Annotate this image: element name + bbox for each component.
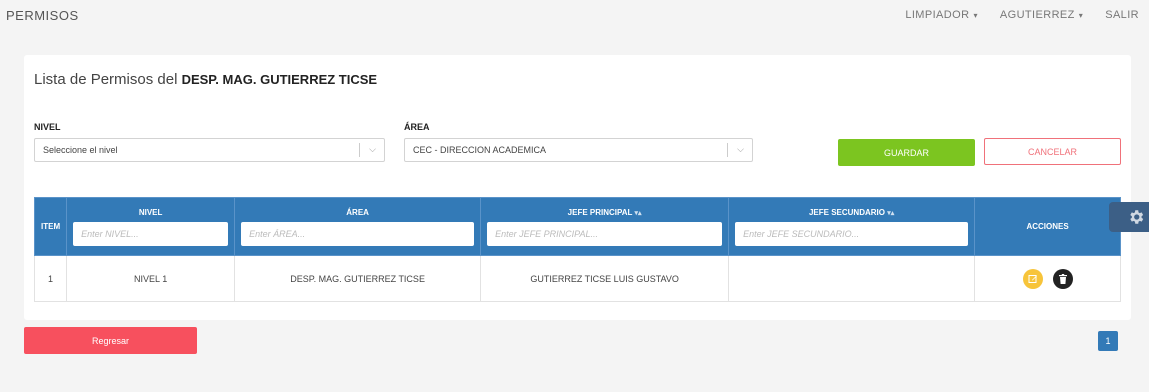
chevron-down-icon: ⌵ bbox=[737, 144, 744, 154]
nav-item-label: LIMPIADOR bbox=[905, 9, 970, 21]
table-row: 1 NIVEL 1 DESP. MAG. GUTIERREZ TICSE GUT… bbox=[33, 255, 1121, 302]
settings-toggle[interactable] bbox=[1109, 202, 1149, 232]
col-header-label: ACCIONES bbox=[1026, 222, 1069, 231]
permissions-table: ITEM NIVEL ÁREA JEFE PRINCIPAL ▾▴ JEFE S… bbox=[33, 197, 1121, 302]
gear-icon bbox=[1130, 210, 1144, 224]
cell-nivel: NIVEL 1 bbox=[66, 255, 236, 302]
nav-item-user[interactable]: AGUTIERREZ ▾ bbox=[1000, 9, 1083, 21]
nivel-select-value: Seleccione el nivel bbox=[43, 145, 118, 155]
area-filter-input[interactable] bbox=[241, 221, 475, 246]
title-prefix: Lista de Permisos del bbox=[34, 71, 178, 88]
col-header-area: ÁREA bbox=[234, 197, 482, 256]
top-navbar: PERMISOS LIMPIADOR ▾ AGUTIERREZ ▾ SALIR bbox=[0, 0, 1149, 34]
top-nav: LIMPIADOR ▾ AGUTIERREZ ▾ SALIR bbox=[905, 9, 1139, 21]
cancel-button[interactable]: CANCELAR bbox=[984, 138, 1121, 165]
page-title: Lista de Permisos del DESP. MAG. GUTIERR… bbox=[34, 71, 377, 88]
col-header-label: ÁREA bbox=[346, 207, 369, 217]
area-select[interactable]: CEC - DIRECCION ACADEMICA ⌵ bbox=[404, 138, 753, 162]
caret-down-icon: ▾ bbox=[973, 10, 978, 20]
cell-acciones bbox=[974, 255, 1121, 302]
nivel-select[interactable]: Seleccione el nivel ⌵ bbox=[34, 138, 385, 162]
edit-button[interactable] bbox=[1022, 268, 1043, 289]
pagination-page-1[interactable]: 1 bbox=[1098, 331, 1118, 351]
area-label: ÁREA bbox=[404, 122, 430, 132]
select-separator bbox=[727, 143, 728, 157]
nivel-label: NIVEL bbox=[34, 122, 61, 132]
pencil-square-icon bbox=[1028, 274, 1037, 283]
jefe-secundario-filter-input[interactable] bbox=[735, 221, 969, 246]
col-header-jefe-principal[interactable]: JEFE PRINCIPAL ▾▴ bbox=[480, 197, 730, 256]
caret-down-icon: ▾ bbox=[1078, 10, 1084, 20]
back-button[interactable]: Regresar bbox=[24, 327, 197, 354]
nav-item-limpiador[interactable]: LIMPIADOR ▾ bbox=[905, 9, 978, 21]
select-separator bbox=[359, 143, 360, 157]
cell-jefe-principal: GUTIERREZ TICSE LUIS GUSTAVO bbox=[480, 255, 730, 302]
col-header-label: JEFE SECUNDARIO bbox=[808, 207, 885, 217]
nav-item-label: SALIR bbox=[1105, 9, 1139, 21]
save-button[interactable]: GUARDAR bbox=[838, 139, 975, 166]
cell-jefe-secundario bbox=[728, 255, 976, 302]
col-header-item: ITEM bbox=[33, 197, 68, 256]
col-header-acciones: ACCIONES bbox=[974, 197, 1121, 256]
col-header-label: ITEM bbox=[41, 222, 61, 231]
chevron-down-icon: ⌵ bbox=[369, 144, 376, 154]
brand-title: PERMISOS bbox=[6, 8, 79, 23]
trash-icon bbox=[1058, 273, 1067, 284]
col-header-nivel: NIVEL bbox=[66, 197, 236, 256]
cell-item: 1 bbox=[33, 255, 68, 302]
cell-area: DESP. MAG. GUTIERREZ TICSE bbox=[234, 255, 482, 302]
nav-item-label: AGUTIERREZ bbox=[999, 9, 1075, 21]
nivel-filter-input[interactable] bbox=[73, 221, 229, 246]
jefe-principal-filter-input[interactable] bbox=[487, 221, 723, 246]
col-header-label: JEFE PRINCIPAL bbox=[567, 207, 633, 217]
title-name: DESP. MAG. GUTIERREZ TICSE bbox=[181, 72, 378, 87]
sort-icon[interactable]: ▾▴ bbox=[887, 210, 894, 217]
permissions-card: Lista de Permisos del DESP. MAG. GUTIERR… bbox=[24, 55, 1131, 320]
col-header-label: NIVEL bbox=[138, 207, 163, 217]
col-header-jefe-secundario[interactable]: JEFE SECUNDARIO ▾▴ bbox=[728, 197, 976, 256]
delete-button[interactable] bbox=[1052, 268, 1073, 289]
sort-icon[interactable]: ▾▴ bbox=[635, 210, 642, 217]
area-select-value: CEC - DIRECCION ACADEMICA bbox=[413, 145, 547, 155]
nav-item-salir[interactable]: SALIR bbox=[1105, 9, 1139, 21]
